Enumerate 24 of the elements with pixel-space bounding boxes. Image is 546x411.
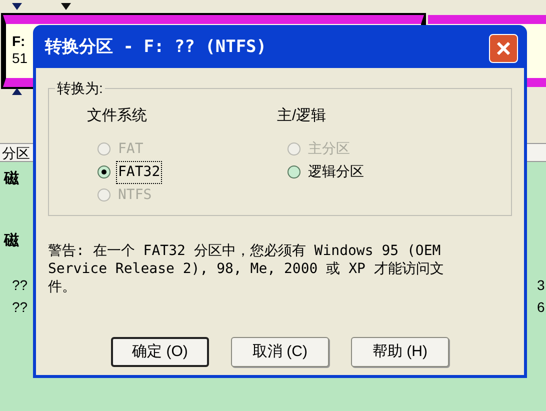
- row-label: ??: [12, 298, 28, 317]
- radio-button[interactable]: [97, 165, 111, 179]
- row-value: 6: [537, 298, 545, 317]
- radio-label[interactable]: 逻辑分区: [307, 162, 365, 182]
- disk-label: 磁: [4, 169, 19, 189]
- warning-text: 警告: 在一个 FAT32 分区中，您必须有 Windows 95 (OEM Service Release 2), 98, Me, 2000 或 XP 才能访问文件。: [48, 242, 445, 296]
- column-heading: 文件系统: [87, 106, 148, 126]
- row-label: ??: [12, 276, 28, 295]
- marker-icon[interactable]: [61, 3, 71, 10]
- radio-label[interactable]: FAT32: [117, 162, 162, 182]
- column-heading: 主/逻辑: [277, 106, 328, 126]
- marker-icon[interactable]: [12, 3, 22, 10]
- column-label: 分区: [2, 145, 30, 161]
- dialog-button[interactable]: 确定 (O): [111, 337, 209, 367]
- window-title: 转换分区 - F: ?? (NTFS): [45, 36, 267, 60]
- drive-letter: F:: [12, 33, 26, 50]
- radio-button[interactable]: [287, 165, 301, 179]
- drive-size: 51: [12, 50, 28, 67]
- dialog-button[interactable]: 帮助 (H): [351, 337, 449, 367]
- close-icon: [496, 40, 511, 56]
- close-button[interactable]: [489, 34, 518, 62]
- row-value: 3: [537, 276, 545, 295]
- dialog-button[interactable]: 取消 (C): [231, 337, 329, 367]
- disk-label: 磁: [4, 231, 19, 251]
